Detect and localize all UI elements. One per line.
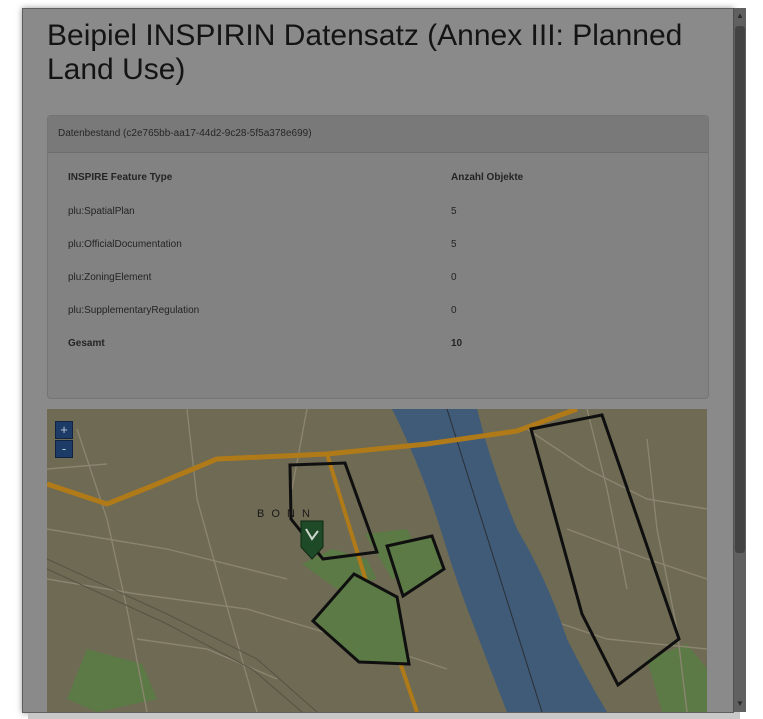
table-row: plu:SupplementaryRegulation 0 (68, 305, 588, 338)
panel-heading: Datenbestand (c2e765bb-aa17-44d2-9c28-5f… (48, 116, 708, 153)
zoom-in-button[interactable]: + (55, 421, 73, 439)
table-total-row: Gesamt 10 (68, 338, 588, 371)
page-title: Beipiel INSPIRIN Datensatz (Annex III: P… (47, 19, 683, 86)
total-count: 10 (451, 338, 463, 349)
map-view[interactable]: B O N N + - (47, 409, 707, 712)
dataset-panel: Datenbestand (c2e765bb-aa17-44d2-9c28-5f… (47, 115, 709, 399)
feature-type-table: INSPIRE Feature Type Anzahl Objekte plu:… (68, 172, 588, 371)
zoom-out-button[interactable]: - (55, 440, 73, 458)
table-row: plu:ZoningElement 0 (68, 272, 588, 305)
total-label: Gesamt (68, 338, 105, 349)
city-label: B O N N (257, 508, 312, 520)
object-count-cell: 5 (451, 206, 457, 217)
feature-type-cell: plu:SpatialPlan (68, 206, 135, 217)
column-header-feature-type: INSPIRE Feature Type (68, 172, 173, 183)
scroll-down-icon[interactable]: ▼ (734, 698, 746, 710)
feature-type-cell: plu:ZoningElement (68, 272, 152, 283)
object-count-cell: 0 (451, 272, 457, 283)
dataset-dialog: Beipiel INSPIRIN Datensatz (Annex III: P… (22, 8, 734, 713)
column-header-object-count: Anzahl Objekte (451, 172, 524, 183)
feature-type-cell: plu:SupplementaryRegulation (68, 305, 200, 316)
table-row: plu:SpatialPlan 5 (68, 206, 588, 239)
map-canvas[interactable]: B O N N (47, 409, 707, 712)
scroll-up-icon[interactable]: ▲ (734, 10, 746, 22)
table-header-row: INSPIRE Feature Type Anzahl Objekte (68, 172, 588, 206)
object-count-cell: 0 (451, 305, 457, 316)
feature-type-cell: plu:OfficialDocumentation (68, 239, 182, 250)
dialog-scrollbar[interactable]: ▲ ▼ (733, 8, 746, 712)
scroll-thumb[interactable] (735, 26, 745, 553)
table-row: plu:OfficialDocumentation 5 (68, 239, 588, 272)
object-count-cell: 5 (451, 239, 457, 250)
